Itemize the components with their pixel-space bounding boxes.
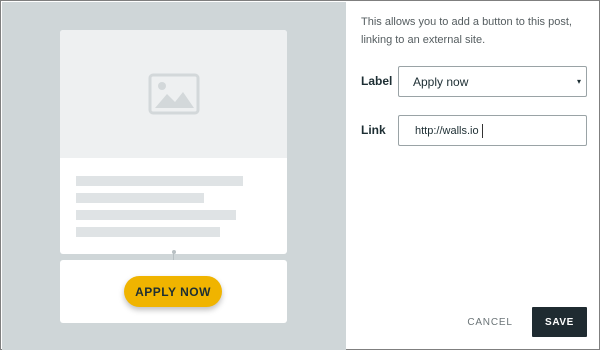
post-image-placeholder bbox=[60, 30, 287, 158]
form-description: This allows you to add a button to this … bbox=[361, 16, 572, 46]
text-line-placeholder bbox=[76, 176, 243, 186]
label-field-label: Label bbox=[361, 74, 393, 88]
text-cursor bbox=[481, 123, 483, 138]
button-settings-dialog: APPLY NOW This allows you to add a butto… bbox=[0, 0, 600, 350]
post-preview-panel: APPLY NOW bbox=[2, 2, 346, 350]
text-line-placeholder bbox=[76, 193, 204, 203]
label-select[interactable]: Apply now ▾ bbox=[398, 66, 587, 97]
chevron-down-icon: ▾ bbox=[576, 77, 581, 86]
preview-button-card: APPLY NOW bbox=[60, 260, 287, 323]
cancel-button[interactable]: CANCEL bbox=[463, 308, 517, 336]
image-placeholder-icon bbox=[148, 73, 199, 115]
label-select-value: Apply now bbox=[413, 74, 469, 89]
preview-apply-button: APPLY NOW bbox=[124, 276, 222, 307]
link-field-label: Link bbox=[361, 123, 386, 137]
link-input[interactable]: http://walls.io bbox=[398, 115, 587, 146]
post-preview-card bbox=[60, 30, 287, 254]
post-text-placeholder bbox=[60, 158, 287, 237]
text-line-placeholder bbox=[76, 227, 220, 237]
save-button[interactable]: SAVE bbox=[532, 307, 587, 337]
text-line-placeholder bbox=[76, 210, 236, 220]
link-input-value: http://walls.io bbox=[415, 124, 479, 137]
